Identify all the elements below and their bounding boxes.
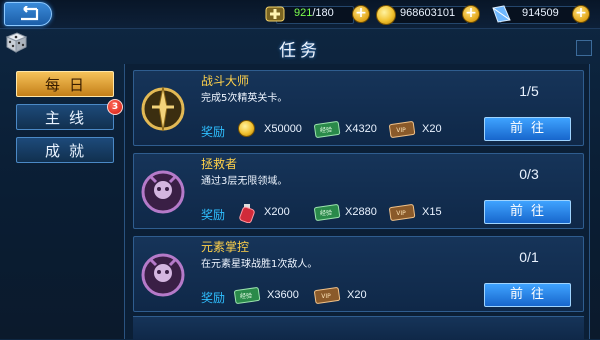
back-arrow-icon (21, 6, 39, 21)
top-bar: 921/180 + 968603101 + 914509 + (0, 0, 600, 29)
gold-sword-emblem-icon (141, 86, 185, 132)
svg-text:经验: 经验 (320, 209, 332, 217)
add-diamond-button[interactable]: + (572, 5, 590, 23)
add-gold-button[interactable]: + (462, 5, 480, 23)
stamina-resource: 921/180 + (264, 4, 374, 24)
svg-text:经验: 经验 (240, 292, 252, 300)
stamina-plus-icon (265, 6, 285, 22)
go-button[interactable]: 前往 (484, 283, 571, 307)
tab-achievement[interactable]: 成就 (16, 137, 114, 163)
task-card: 元素掌控 在元素星球战胜1次敌人。 0/1 奖励 经验 X3600 VIP X2… (133, 236, 584, 312)
notification-badge: 3 (107, 99, 123, 115)
gold-value: 968603101 (400, 7, 456, 19)
task-name: 拯救者 (201, 157, 238, 171)
svg-text:VIP: VIP (321, 293, 331, 300)
stamina-value: 921/180 (294, 7, 334, 19)
tab-daily[interactable]: 每日 (16, 71, 114, 97)
go-button[interactable]: 前往 (484, 117, 571, 141)
task-card: 战斗大师 完成5次精英关卡。 1/5 奖励 X50000 经验 X4320 VI… (133, 70, 584, 146)
task-progress: 0/3 (519, 166, 539, 182)
vip-ticket-icon: VIP (314, 287, 341, 304)
purple-skull-emblem-icon (141, 170, 185, 214)
gold-coin-icon (376, 5, 396, 25)
exp-ticket-icon: 经验 (314, 204, 341, 221)
back-button[interactable] (4, 2, 52, 26)
vip-ticket-icon: VIP (389, 121, 416, 138)
tab-main[interactable]: 主线 (16, 104, 114, 130)
exp-ticket-icon: 经验 (314, 121, 341, 138)
reward-label: 奖励 (201, 208, 226, 222)
red-potion-icon (239, 204, 255, 223)
go-button[interactable]: 前往 (484, 200, 571, 224)
page-title: 任务 (279, 41, 321, 61)
task-progress: 1/5 (519, 83, 539, 99)
task-description: 通过3层无限领域。 (201, 176, 288, 187)
task-name: 战斗大师 (201, 74, 250, 88)
close-icon[interactable] (576, 40, 592, 56)
vip-ticket-icon: VIP (389, 204, 416, 221)
svg-text:VIP: VIP (396, 127, 406, 134)
purple-skull-emblem-icon (141, 253, 185, 297)
exp-ticket-icon: 经验 (234, 287, 261, 304)
blue-crystal-icon (492, 5, 511, 23)
reward-label: 奖励 (201, 125, 226, 139)
task-name: 元素掌控 (201, 240, 250, 254)
task-card: 拯救者 通过3层无限领域。 0/3 奖励 X200 经验 X2880 VIP X… (133, 153, 584, 229)
diamond-resource: 914509 + (490, 4, 598, 24)
task-progress: 0/1 (519, 249, 539, 265)
diamond-value: 914509 (522, 7, 559, 19)
svg-text:VIP: VIP (396, 210, 406, 217)
reward-label: 奖励 (201, 291, 226, 305)
svg-text:经验: 经验 (320, 126, 332, 134)
next-task-card-edge (133, 316, 584, 340)
task-description: 在元素星球战胜1次敌人。 (201, 259, 318, 270)
gold-coin-icon (238, 120, 255, 137)
add-stamina-button[interactable]: + (352, 5, 370, 23)
task-description: 完成5次精英关卡。 (201, 93, 288, 104)
gold-resource: 968603101 + (376, 4, 488, 25)
